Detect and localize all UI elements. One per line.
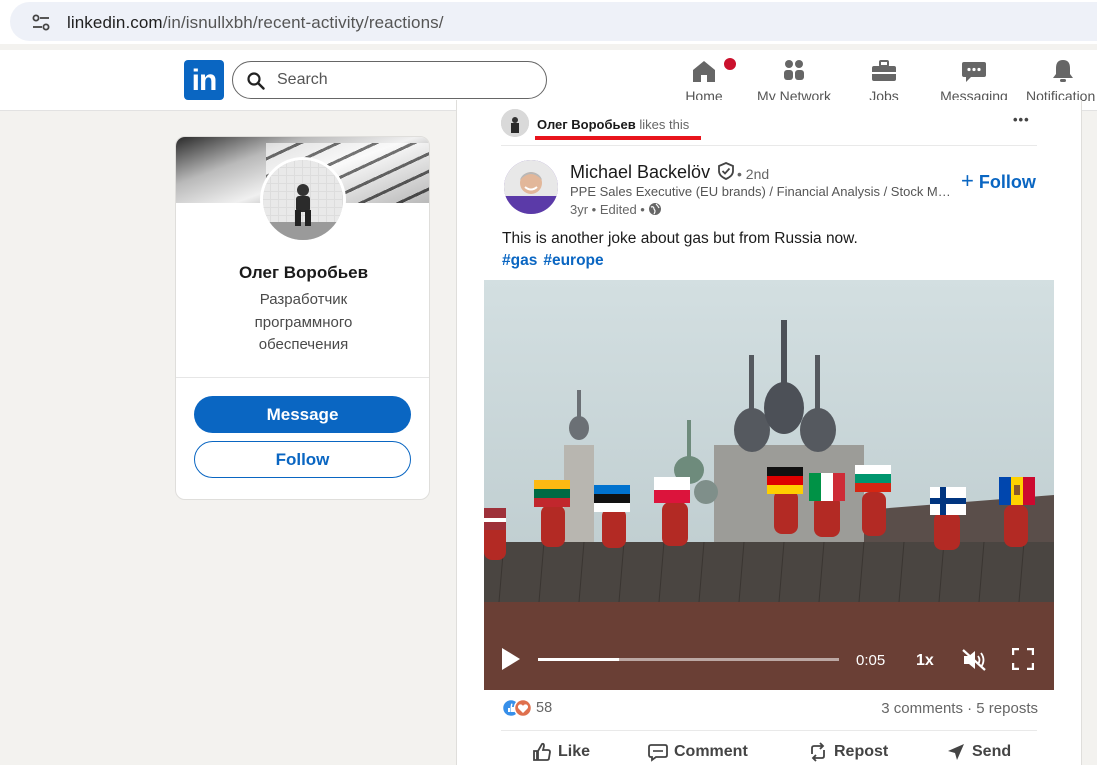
play-icon[interactable] [502,648,520,670]
author-avatar[interactable] [504,160,558,214]
search-icon [247,72,265,90]
home-icon [693,61,715,82]
red-highlight-underline [535,136,701,140]
reactions-icon[interactable] [502,698,534,718]
divider [176,377,429,378]
url-path: /in/isnullxbh/recent-activity/reactions/ [162,13,444,32]
nav-my-network[interactable]: My Network [756,58,832,106]
browser-address-bar: linkedin.com/in/isnullxbh/recent-activit… [0,0,1097,44]
divider [501,730,1037,731]
actor-avatar[interactable] [501,109,529,137]
author-headline: PPE Sales Executive (EU brands) / Financ… [570,184,955,199]
nav-home[interactable]: Home [684,56,738,106]
post-time-text: 3yr • Edited • [570,202,645,217]
profile-card: Олег Воробьев Разработчик программного о… [175,136,430,500]
more-options-button[interactable]: ••• [1013,112,1030,127]
url-field[interactable]: linkedin.com/in/isnullxbh/recent-activit… [10,2,1097,41]
actor-avatar-photo [501,109,529,137]
hashtag-link[interactable]: #gas [502,252,537,269]
playback-speed-button[interactable]: 1x [916,652,934,670]
flag-latvia [484,508,506,530]
like-button[interactable]: Like [532,742,590,762]
comment-icon [648,744,668,762]
repost-button[interactable]: Repost [808,742,888,762]
like-icon [533,742,551,761]
video-time: 0:05 [856,652,886,669]
follow-author-label: Follow [978,172,1036,192]
video-controls: 0:05 1x [484,628,1054,690]
send-icon [948,744,964,760]
search-box[interactable] [232,61,547,99]
actor-action: likes this [639,117,690,132]
briefcase-icon [872,60,896,81]
network-icon [784,60,804,80]
chat-icon [962,62,986,82]
follow-button[interactable]: Follow [194,441,411,478]
send-label: Send [972,743,1012,760]
profile-headline: Разработчик программного обеспечения [254,291,353,353]
comment-button[interactable]: Comment [648,742,748,762]
hashtag-link[interactable]: #europe [543,252,603,269]
search-input[interactable] [277,70,527,90]
connection-degree: • 2nd [737,166,770,182]
bell-icon [1053,60,1073,82]
video-progress-fill [538,658,620,661]
nav-jobs[interactable]: Jobs [866,58,902,106]
social-counts: 58 3 comments · 5 reposts [502,698,1038,720]
mute-icon[interactable] [961,648,987,672]
post-timestamp: 3yr • Edited • [570,202,662,217]
globe-icon [649,203,662,215]
author-name-text: Michael Backelöv [570,162,711,182]
profile-avatar[interactable] [260,157,346,243]
url-host: linkedin.com [67,13,163,32]
nav-notifications[interactable]: Notification [1026,58,1097,106]
divider [501,145,1037,146]
verified-icon [718,162,734,180]
post-hashtags: #gas #europe [502,252,610,270]
send-button[interactable]: Send [946,742,1011,762]
follow-author-button[interactable]: + Follow [961,168,1036,194]
url-text[interactable]: linkedin.com/in/isnullxbh/recent-activit… [67,13,444,33]
fullscreen-icon[interactable] [1012,648,1034,670]
feed-post: Олег Воробьев likes this ••• Michael Bac… [456,100,1082,765]
avatar-photo [263,160,343,240]
post-actions: Like Comment Repost Send [502,738,1038,765]
post-body: This is another joke about gas but from … [502,230,858,247]
video-player[interactable]: 0:05 1x [484,280,1054,690]
video-progress-bar[interactable] [538,658,839,661]
reactions-count[interactable]: 58 [536,700,552,716]
site-settings-icon[interactable] [32,14,50,32]
profile-name[interactable]: Олег Воробьев [176,263,429,283]
repost-label: Repost [834,743,889,760]
message-button[interactable]: Message [194,396,411,433]
comments-reposts-count[interactable]: 3 comments · 5 reposts [881,700,1038,717]
actor-name[interactable]: Олег Воробьев [537,117,636,132]
comment-label: Comment [674,743,748,760]
author-avatar-photo [504,160,558,214]
linkedin-logo[interactable]: in [184,60,224,100]
like-label: Like [558,743,591,760]
notification-badge [722,56,738,72]
nav-messaging[interactable]: Messaging [940,58,1008,106]
author-name[interactable]: Michael Backelöv [570,162,735,183]
social-activity-header: Олег Воробьев likes this [537,117,689,132]
plus-icon: + [961,168,974,193]
repost-icon [811,742,825,762]
